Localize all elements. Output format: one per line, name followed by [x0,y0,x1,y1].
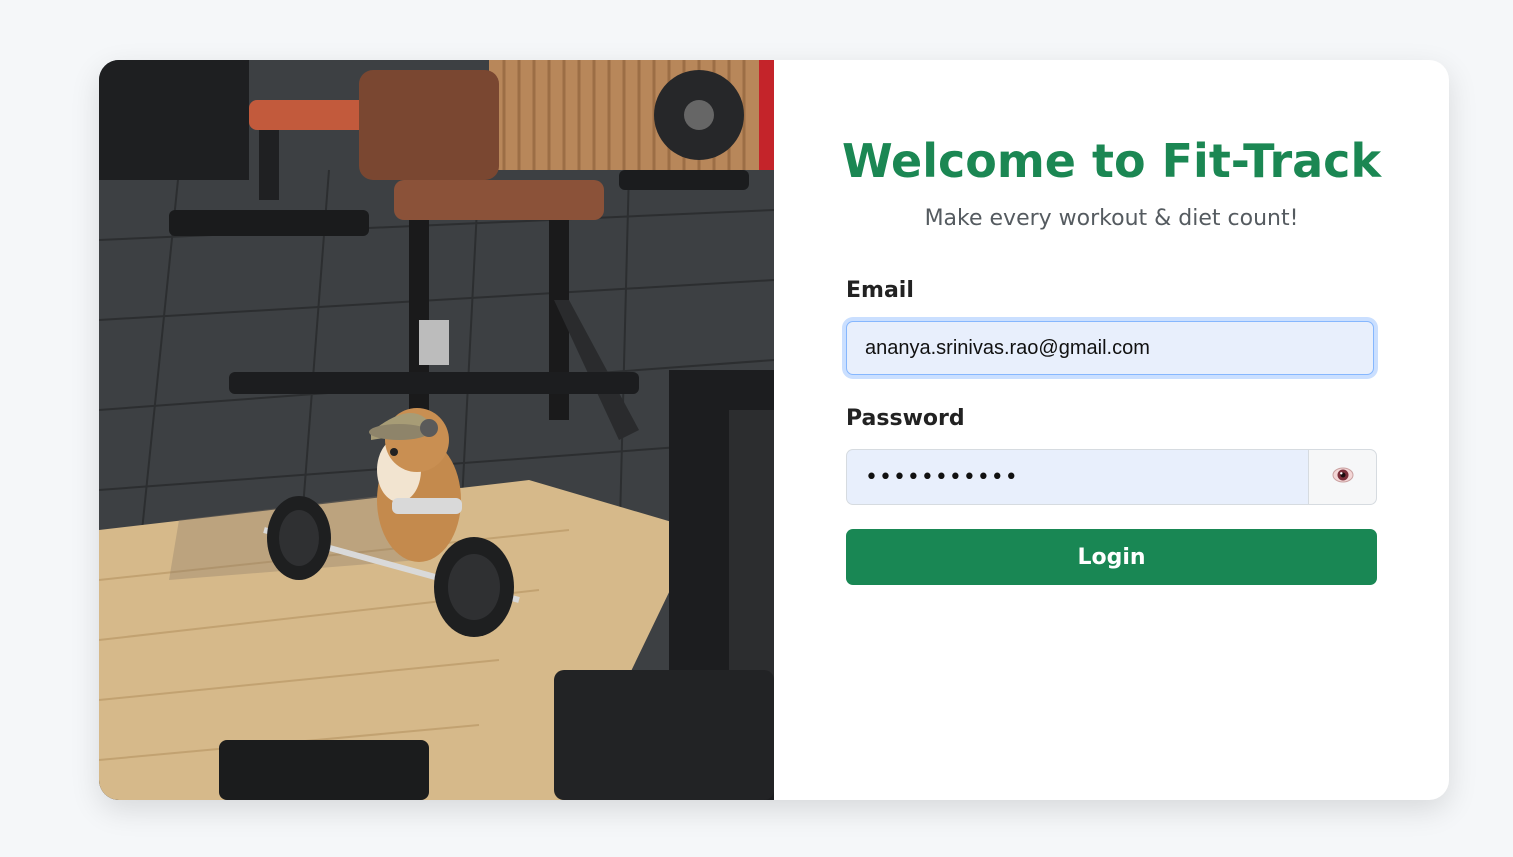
login-card: Welcome to Fit-Track Make every workout … [99,60,1449,800]
email-field[interactable] [846,321,1374,375]
login-button[interactable]: Login [846,529,1377,585]
hero-image [99,60,774,800]
toggle-password-button[interactable] [1308,449,1377,505]
page-subtitle: Make every workout & diet count! [924,206,1299,231]
email-label: Email [846,278,914,303]
password-label: Password [846,406,965,431]
page-title: Welcome to Fit-Track [841,134,1382,188]
password-field[interactable] [846,449,1308,505]
eye-icon [1332,464,1354,490]
password-group [846,449,1377,505]
login-form-panel: Welcome to Fit-Track Make every workout … [774,60,1449,800]
gym-hamster-illustration [99,60,774,800]
